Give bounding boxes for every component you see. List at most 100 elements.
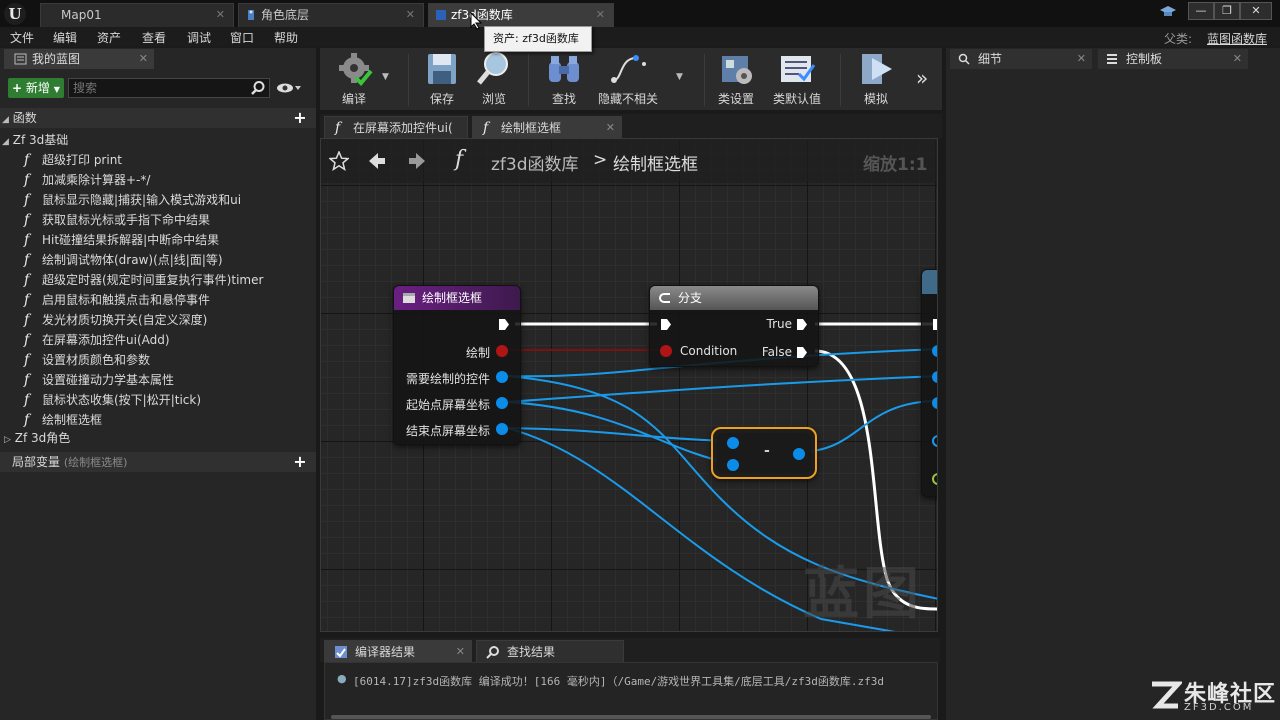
menu-file[interactable]: 文件 bbox=[10, 29, 34, 46]
breadcrumb-library[interactable]: zf3d函数库 bbox=[491, 150, 579, 175]
hide-unrelated-button[interactable]: 隐藏不相关 bbox=[596, 50, 660, 108]
close-icon[interactable]: ✕ bbox=[1233, 49, 1242, 69]
tab-function-library[interactable]: zf3d函数库 ✕ bbox=[428, 3, 614, 27]
function-list-item[interactable]: f Hit碰撞结果拆解器|中断命中结果 bbox=[24, 230, 219, 250]
input-pin[interactable] bbox=[932, 397, 937, 409]
close-icon[interactable]: ✕ bbox=[1077, 49, 1086, 69]
node-header bbox=[922, 270, 937, 294]
add-new-button[interactable]: + 新增 ▼ bbox=[8, 78, 64, 98]
simulate-button[interactable]: 模拟 bbox=[850, 50, 902, 108]
toolbar-overflow-chevron-icon[interactable]: » bbox=[916, 66, 928, 90]
unreal-logo-icon[interactable]: U bbox=[4, 3, 26, 25]
save-button[interactable]: 保存 bbox=[418, 50, 466, 108]
close-window-button[interactable]: ✕ bbox=[1240, 2, 1272, 20]
menu-window[interactable]: 窗口 bbox=[230, 29, 254, 46]
functions-section-header[interactable]: ◢ 函数 + bbox=[0, 108, 316, 128]
back-arrow-icon[interactable] bbox=[367, 151, 387, 171]
function-list-item[interactable]: f 绘制框选框 bbox=[24, 410, 102, 430]
input-pin[interactable] bbox=[932, 371, 937, 383]
close-icon[interactable]: ✕ bbox=[596, 4, 605, 26]
widget-output-pin[interactable] bbox=[496, 371, 508, 383]
function-list-item[interactable]: f 在屏幕添加控件ui(Add) bbox=[24, 330, 170, 350]
category-zf3d-character[interactable]: ▷ Zf 3d角色 bbox=[4, 428, 70, 448]
compiler-log-line[interactable]: [6014.17]zf3d函数库 编译成功！[166 毫秒内]（/Game/游戏… bbox=[353, 673, 933, 689]
function-list-item[interactable]: f 发光材质切换开关(自定义深度) bbox=[24, 310, 207, 330]
offscreen-draw-node[interactable] bbox=[921, 269, 938, 497]
function-list-item[interactable]: f 鼠标状态收集(按下|松开|tick) bbox=[24, 390, 201, 410]
compile-button[interactable]: 编译 bbox=[326, 50, 382, 108]
breadcrumb-function[interactable]: 绘制框选框 bbox=[613, 150, 698, 175]
search-input[interactable] bbox=[68, 78, 270, 98]
search-icon[interactable] bbox=[250, 80, 266, 96]
star-favorite-icon[interactable] bbox=[329, 151, 349, 171]
bool-output-pin[interactable] bbox=[496, 345, 508, 357]
eye-view-options-icon[interactable] bbox=[276, 82, 304, 94]
function-list-item[interactable]: f 设置碰撞动力学基本属性 bbox=[24, 370, 174, 390]
graduation-cap-icon[interactable] bbox=[1160, 5, 1176, 19]
close-icon[interactable]: ✕ bbox=[606, 117, 615, 139]
function-list-item[interactable]: f 获取鼠标光标或手指下命中结果 bbox=[24, 210, 210, 230]
function-list-item[interactable]: f 加减乘除计算器+-*/ bbox=[24, 170, 150, 190]
input-pin-unconnected[interactable] bbox=[932, 473, 937, 485]
forward-arrow-icon[interactable] bbox=[407, 151, 427, 171]
tab-palette[interactable]: 控制板 ✕ bbox=[1098, 49, 1248, 69]
tab-graph-add-widget[interactable]: f 在屏幕添加控件ui( bbox=[324, 116, 468, 138]
input-pin-unconnected[interactable] bbox=[932, 435, 937, 447]
exec-input-pin[interactable] bbox=[932, 318, 938, 331]
function-list-item[interactable]: f 超级打印 print bbox=[24, 150, 122, 170]
parent-class-link[interactable]: 蓝图函数库 bbox=[1207, 30, 1267, 47]
find-button[interactable]: 查找 bbox=[538, 50, 590, 108]
function-list-item[interactable]: f 超级定时器(规定时间重复执行事件)timer bbox=[24, 270, 263, 290]
close-icon[interactable]: ✕ bbox=[456, 641, 465, 663]
menu-edit[interactable]: 编辑 bbox=[53, 29, 77, 46]
condition-input-pin[interactable] bbox=[660, 345, 672, 357]
tab-find-results[interactable]: 查找结果 bbox=[476, 640, 624, 662]
class-defaults-button[interactable]: 类默认值 bbox=[768, 50, 826, 108]
exec-false-output-pin[interactable] bbox=[796, 346, 808, 359]
minimize-button[interactable]: — bbox=[1188, 2, 1214, 20]
subtract-node-body: - bbox=[717, 433, 811, 473]
function-list-item[interactable]: f 绘制调试物体(draw)(点|线|面|等) bbox=[24, 250, 223, 270]
menu-view[interactable]: 查看 bbox=[142, 29, 166, 46]
subtract-input-b-pin[interactable] bbox=[727, 459, 739, 471]
add-variable-plus-icon[interactable]: + bbox=[292, 454, 308, 470]
tab-compiler-results[interactable]: 编译器结果 ✕ bbox=[324, 640, 472, 662]
class-settings-icon bbox=[722, 56, 752, 84]
function-list-item[interactable]: f 启用鼠标和触摸点击和悬停事件 bbox=[24, 290, 210, 310]
local-variables-section-header[interactable]: 局部变量 (绘制框选框) + bbox=[0, 452, 316, 472]
function-list-item[interactable]: f 设置材质颜色和参数 bbox=[24, 350, 150, 370]
subtract-output-pin[interactable] bbox=[793, 448, 805, 460]
tab-graph-draw-selection-box[interactable]: f 绘制框选框 ✕ bbox=[472, 116, 622, 138]
menu-asset[interactable]: 资产 bbox=[97, 29, 121, 46]
close-icon[interactable]: ✕ bbox=[139, 49, 148, 69]
add-function-plus-icon[interactable]: + bbox=[292, 110, 308, 126]
function-entry-node[interactable]: 绘制框选框 绘制 需要绘制的控件 起始点屏幕坐标 结束点屏幕坐标 bbox=[393, 285, 521, 445]
exec-output-pin[interactable] bbox=[498, 318, 510, 331]
menu-help[interactable]: 帮助 bbox=[274, 29, 298, 46]
class-settings-button[interactable]: 类设置 bbox=[712, 50, 760, 108]
exec-input-pin[interactable] bbox=[660, 318, 672, 331]
subtract-node[interactable]: - bbox=[711, 427, 817, 479]
close-icon[interactable]: ✕ bbox=[216, 4, 225, 26]
tab-character-base[interactable]: 角色底层 ✕ bbox=[238, 3, 424, 27]
tab-map01[interactable]: Map01 ✕ bbox=[40, 3, 234, 27]
log-horizontal-scrollbar[interactable] bbox=[331, 715, 931, 719]
maximize-button[interactable]: ❐ bbox=[1214, 2, 1240, 20]
function-icon: f bbox=[24, 332, 30, 348]
tab-my-blueprint[interactable]: 我的蓝图 ✕ bbox=[4, 49, 154, 69]
start-point-output-pin[interactable] bbox=[496, 397, 508, 409]
close-icon[interactable]: ✕ bbox=[406, 4, 415, 26]
tab-details[interactable]: 细节 ✕ bbox=[950, 49, 1092, 69]
menu-debug[interactable]: 调试 bbox=[187, 29, 211, 46]
browse-button[interactable]: 浏览 bbox=[470, 50, 518, 108]
input-pin[interactable] bbox=[932, 345, 937, 357]
end-point-output-pin[interactable] bbox=[496, 423, 508, 435]
branch-node[interactable]: 分支 Condition True False bbox=[649, 285, 819, 367]
subtract-input-a-pin[interactable] bbox=[727, 437, 739, 449]
blueprint-graph-editor[interactable]: f zf3d函数库 > 绘制框选框 缩放1:1 蓝图 绘制框选框 绘制 需要绘制… bbox=[320, 138, 938, 632]
category-zf3d-base[interactable]: ◢ Zf 3d基础 bbox=[2, 130, 68, 150]
compile-dropdown-icon[interactable]: ▼ bbox=[382, 72, 389, 82]
hide-unrelated-dropdown-icon[interactable]: ▼ bbox=[676, 72, 683, 82]
function-list-item[interactable]: f 鼠标显示隐藏|捕获|输入模式游戏和ui bbox=[24, 190, 241, 210]
exec-true-output-pin[interactable] bbox=[796, 318, 808, 331]
